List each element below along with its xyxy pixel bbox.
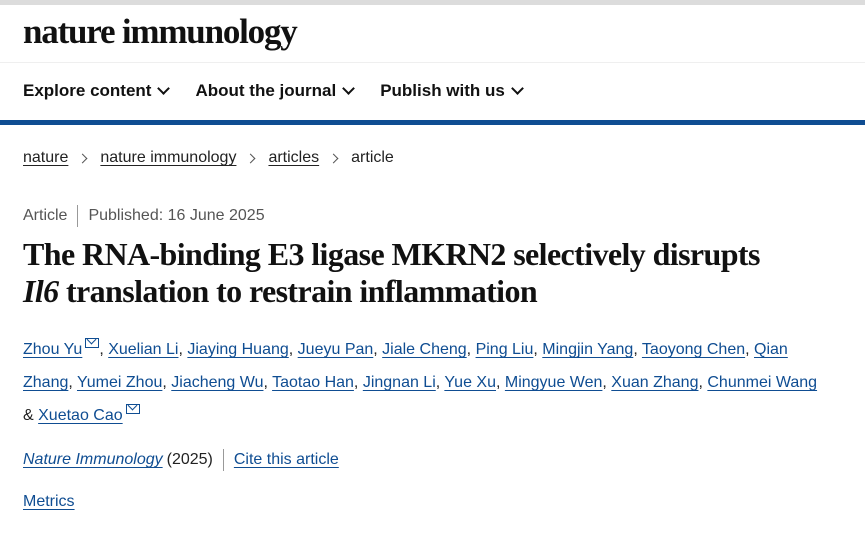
article-type: Article [23,207,68,224]
citation-year: (2025) [166,451,213,468]
author-link[interactable]: Jingnan Li [363,374,436,391]
meta-divider [77,205,79,227]
journal-link[interactable]: Nature Immunology [23,449,163,471]
author-link[interactable]: Xuan Zhang [611,374,698,391]
author-separator: , [466,341,476,358]
author-separator: , [263,374,273,391]
author-separator: , [353,374,363,391]
author-separator: , [162,374,172,391]
chevron-down-icon [510,82,524,95]
author-link[interactable]: Xuelian Li [108,341,178,358]
author-separator: , [602,374,612,391]
citation-line: Nature Immunology (2025) Cite this artic… [23,449,339,471]
metrics-link[interactable]: Metrics [23,491,75,513]
publish-date: Published: 16 June 2025 [88,207,265,224]
author-separator: , [745,341,754,358]
breadcrumb-nature[interactable]: nature [23,147,68,169]
main-nav: Explore content About the journal Publis… [23,80,524,102]
chevron-down-icon [157,82,171,95]
breadcrumb-current: article [351,149,394,166]
author-link[interactable]: Jueyu Pan [298,341,374,358]
chevron-right-icon [246,153,256,163]
breadcrumb-articles[interactable]: articles [268,147,319,169]
header-divider [0,62,865,63]
author-link[interactable]: Jiaying Huang [187,341,288,358]
author-list: Zhou Yu, Xuelian Li, Jiaying Huang, Juey… [23,333,823,432]
title-part-2: translation to restrain inflammation [65,273,538,309]
author-link[interactable]: Jiacheng Wu [171,374,263,391]
article-meta: Article Published: 16 June 2025 [23,205,265,227]
author-separator: , [288,341,298,358]
title-gene: Il6 [23,273,59,309]
author-link[interactable]: Jiale Cheng [382,341,467,358]
author-link[interactable]: Xuetao Cao [38,407,123,424]
chevron-down-icon [342,82,356,95]
author-link[interactable]: Chunmei Wang [707,374,817,391]
author-link[interactable]: Yumei Zhou [77,374,162,391]
chevron-right-icon [328,153,339,163]
author-link[interactable]: Mingyue Wen [505,374,603,391]
author-link[interactable]: Ping Liu [476,341,534,358]
nav-explore-content-label: Explore content [23,81,152,100]
author-separator: , [68,374,77,391]
author-link[interactable]: Taotao Han [272,374,354,391]
top-strip [0,0,865,5]
author-link[interactable]: Mingjin Yang [542,341,633,358]
nav-explore-content[interactable]: Explore content [23,80,171,102]
article-title: The RNA-binding E3 ligase MKRN2 selectiv… [23,236,833,310]
journal-logo[interactable]: nature immunology [23,12,298,52]
breadcrumb-nature-immunology[interactable]: nature immunology [100,147,236,169]
nav-about-the-journal-label: About the journal [195,81,337,100]
nav-publish-with-us[interactable]: Publish with us [380,80,524,102]
mail-icon[interactable] [125,404,140,414]
title-part-1: The RNA-binding E3 ligase MKRN2 selectiv… [23,236,760,272]
mail-icon[interactable] [85,338,100,348]
author-separator: , [495,374,505,391]
author-separator: , [373,341,383,358]
chevron-right-icon [77,153,88,163]
author-separator: & [23,407,39,424]
nav-about-the-journal[interactable]: About the journal [195,80,356,102]
author-separator: , [633,341,642,358]
author-separator: , [533,341,543,358]
breadcrumb: nature nature immunology articles articl… [23,147,394,169]
author-link[interactable]: Yue Xu [444,374,496,391]
author-link[interactable]: Taoyong Chen [642,341,745,358]
nav-accent-bar [0,120,865,125]
cite-this-article-link[interactable]: Cite this article [234,449,339,471]
author-separator: , [99,341,109,358]
nav-publish-with-us-label: Publish with us [380,81,505,100]
author-link[interactable]: Zhou Yu [23,341,82,358]
citation-divider [222,449,224,471]
